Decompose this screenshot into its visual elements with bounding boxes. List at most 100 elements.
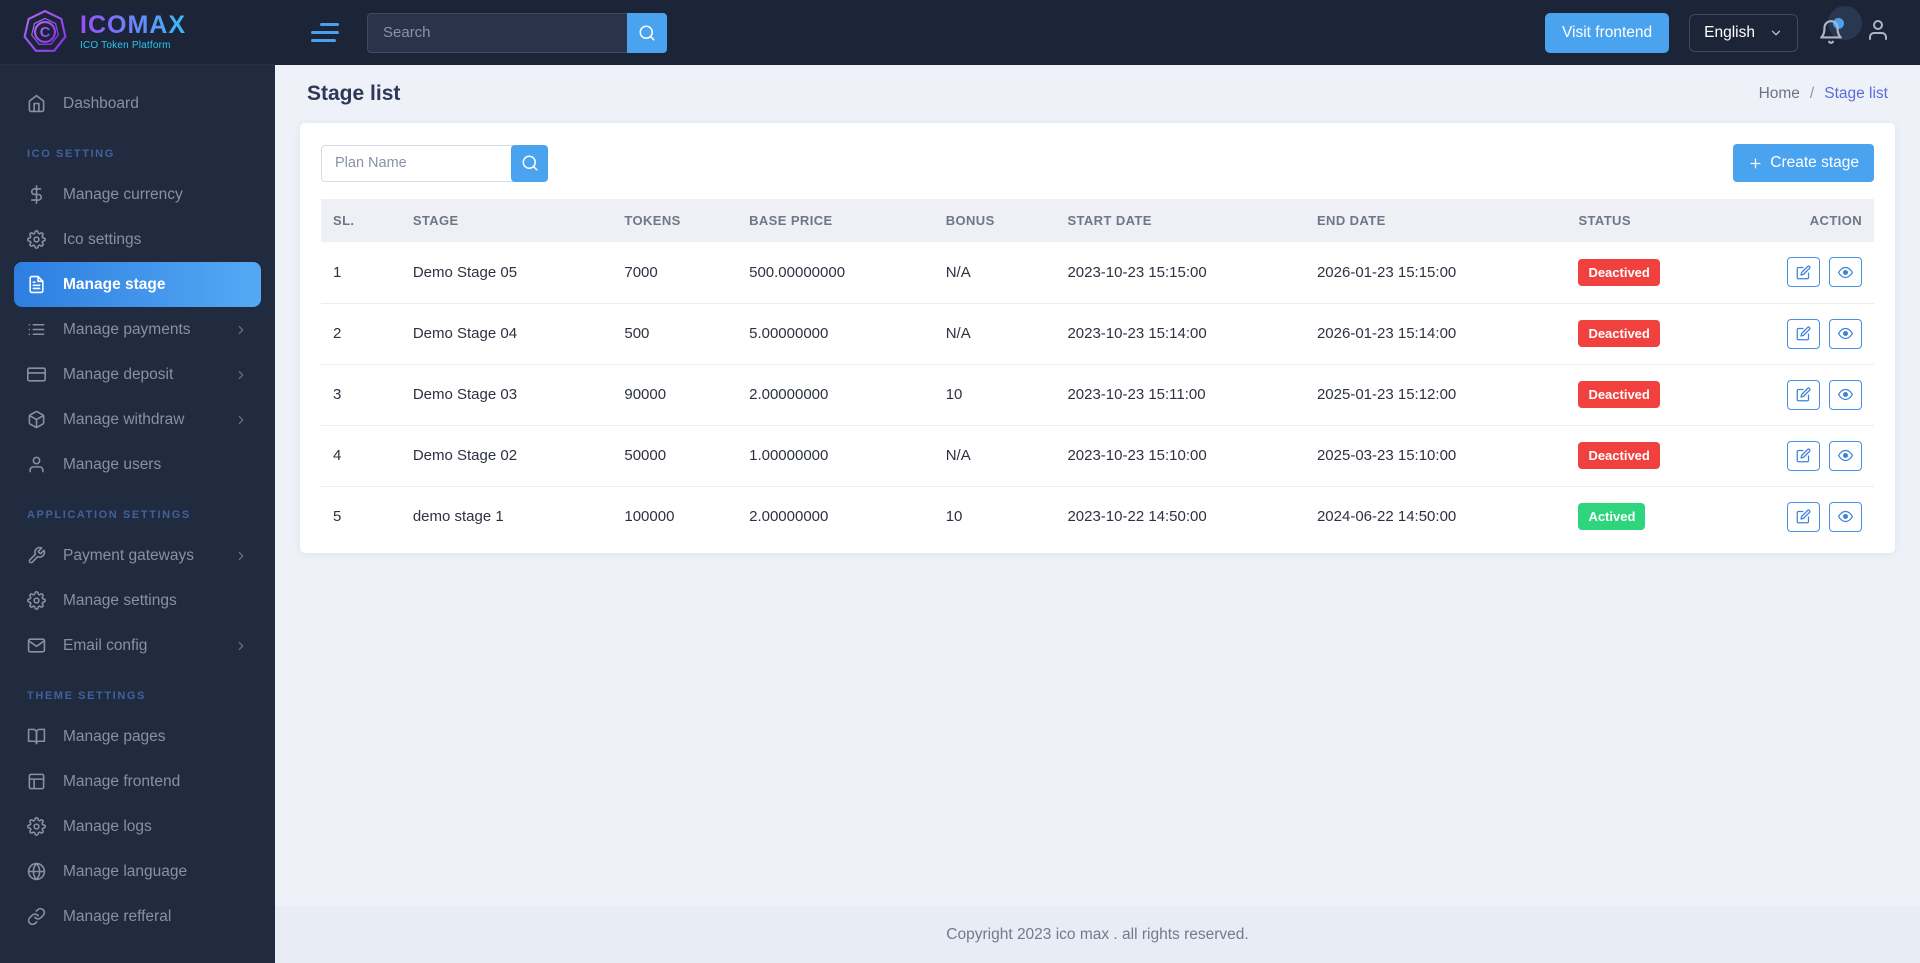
cell-sl: 3: [321, 364, 401, 426]
cell-sl: 2: [321, 303, 401, 365]
sidebar-item-manage-settings[interactable]: Manage settings: [0, 578, 275, 623]
visit-frontend-button[interactable]: Visit frontend: [1544, 12, 1670, 53]
main-column: Visit frontend English Stage list: [275, 0, 1920, 963]
edit-icon: [1796, 326, 1811, 341]
breadcrumb-home[interactable]: Home: [1759, 85, 1800, 103]
view-stage-button[interactable]: [1829, 318, 1862, 349]
cell-sl: 4: [321, 425, 401, 487]
eye-icon: [1838, 265, 1853, 280]
file-text-icon: [27, 275, 46, 294]
chevron-right-icon: [234, 323, 248, 337]
sidebar-item-manage-refferal[interactable]: Manage refferal: [0, 894, 275, 939]
search-input[interactable]: [367, 12, 627, 53]
cell-stage: Demo Stage 04: [400, 303, 613, 365]
search-icon: [638, 24, 656, 42]
cell-end-date: 2025-03-23 15:10:00: [1304, 425, 1567, 487]
cell-tokens: 7000: [612, 242, 738, 304]
cell-base-price: 5.00000000: [737, 303, 934, 365]
column-header-stage: STAGE: [400, 199, 613, 242]
status-badge: Actived: [1578, 503, 1646, 531]
edit-stage-button[interactable]: [1787, 379, 1820, 410]
cell-action: [1766, 303, 1874, 365]
sidebar-item-label: Manage currency: [63, 185, 183, 203]
column-header-tokens: TOKENS: [612, 199, 738, 242]
status-badge: Deactived: [1578, 258, 1660, 286]
sidebar-item-label: Manage users: [63, 455, 162, 473]
edit-icon: [1796, 387, 1811, 402]
app-window: C ICOMAX ICO Token Platform Dashboard ICO…: [0, 0, 1920, 963]
table-row: 3 Demo Stage 03 90000 2.00000000 10 2023-10-2…: [321, 364, 1874, 426]
view-stage-button[interactable]: [1829, 379, 1862, 410]
edit-stage-button[interactable]: [1787, 501, 1820, 532]
sidebar-item-manage-logs[interactable]: Manage logs: [0, 804, 275, 849]
sidebar: C ICOMAX ICO Token Platform Dashboard ICO…: [0, 0, 275, 963]
sidebar-item-manage-withdraw[interactable]: Manage withdraw: [0, 397, 275, 442]
chevron-right-icon: [234, 413, 248, 427]
sidebar-item-label: Manage stage: [63, 275, 166, 293]
edit-stage-button[interactable]: [1787, 440, 1820, 471]
sidebar-item-payment-gateways[interactable]: Payment gateways: [0, 533, 275, 578]
sidebar-item-manage-payments[interactable]: Manage payments: [0, 307, 275, 352]
sidebar-item-manage-stage[interactable]: Manage stage: [14, 262, 261, 307]
sidebar-item-manage-currency[interactable]: Manage currency: [0, 172, 275, 217]
credit-card-icon: [27, 365, 46, 384]
cell-base-price: 2.00000000: [749, 508, 829, 526]
list-icon: [27, 320, 46, 339]
view-stage-button[interactable]: [1829, 501, 1862, 532]
eye-icon: [1838, 509, 1853, 524]
column-header-status: STATUS: [1566, 199, 1766, 242]
notifications-button[interactable]: [1818, 5, 1862, 47]
topbar-search: [367, 12, 667, 53]
package-icon: [27, 410, 46, 429]
topbar: Visit frontend English: [275, 0, 1920, 65]
topbar-right: Visit frontend English: [1544, 5, 1890, 53]
language-select[interactable]: English: [1689, 13, 1798, 52]
brand-logo[interactable]: C ICOMAX ICO Token Platform: [0, 0, 275, 65]
sidebar-item-ico-settings[interactable]: Ico settings: [0, 217, 275, 262]
cell-tokens: 90000: [612, 364, 738, 426]
view-stage-button[interactable]: [1829, 440, 1862, 471]
cell-stage: demo stage 1: [412, 508, 504, 526]
sidebar-item-manage-deposit[interactable]: Manage deposit: [0, 352, 275, 397]
chevron-right-icon: [234, 549, 248, 563]
column-header-end-date: END DATE: [1304, 199, 1567, 242]
sidebar-item-manage-pages[interactable]: Manage pages: [0, 714, 275, 759]
search-icon: [521, 154, 539, 172]
edit-stage-button[interactable]: [1787, 318, 1820, 349]
cell-start-date: 2023-10-22 14:50:00: [1067, 508, 1207, 526]
cell-stage: Demo Stage 03: [400, 364, 613, 426]
cell-status: Actived: [1566, 486, 1766, 547]
sidebar-item-label: Manage language: [63, 862, 188, 880]
cell-status: Deactived: [1566, 242, 1766, 304]
layout-icon: [27, 772, 46, 791]
sidebar-item-manage-frontend[interactable]: Manage frontend: [0, 759, 275, 804]
profile-button[interactable]: [1866, 18, 1890, 47]
copyright-text: Copyright 2023 ico max . all rights rese…: [946, 925, 1249, 943]
sidebar-item-label: Dashboard: [63, 94, 139, 112]
plan-search-button[interactable]: [511, 144, 548, 182]
edit-stage-button[interactable]: [1787, 257, 1820, 288]
main-content: Stage list Home / Stage list Plan Name C…: [275, 65, 1920, 906]
plan-name-input[interactable]: [321, 144, 513, 182]
search-button[interactable]: [627, 12, 667, 53]
sidebar-item-email-config[interactable]: Email config: [0, 623, 275, 668]
cell-action: [1766, 364, 1874, 426]
user-icon: [27, 455, 46, 474]
sidebar-item-label: Manage pages: [63, 727, 166, 745]
view-stage-button[interactable]: [1829, 257, 1862, 288]
sidebar-item-label: Manage withdraw: [63, 410, 185, 428]
cell-sl: 5: [333, 508, 342, 526]
table-body: 1 Demo Stage 05 7000 500.00000000 N/A 2023-10…: [321, 242, 1874, 547]
column-header-start-date: START DATE: [1055, 199, 1305, 242]
breadcrumb-separator: /: [1809, 85, 1815, 102]
sidebar-item-manage-users[interactable]: Manage users: [0, 442, 275, 487]
dollar-icon: [27, 185, 46, 204]
sidebar-toggle-button[interactable]: [311, 23, 341, 42]
cell-bonus: N/A: [933, 425, 1056, 487]
cell-status: Deactived: [1566, 303, 1766, 365]
create-stage-button[interactable]: Create stage: [1733, 144, 1874, 182]
sidebar-item-manage-language[interactable]: Manage language: [0, 849, 275, 894]
create-stage-label: Create stage: [1770, 154, 1859, 171]
page-title: Stage list: [307, 82, 401, 105]
sidebar-item-dashboard[interactable]: Dashboard: [0, 81, 275, 126]
